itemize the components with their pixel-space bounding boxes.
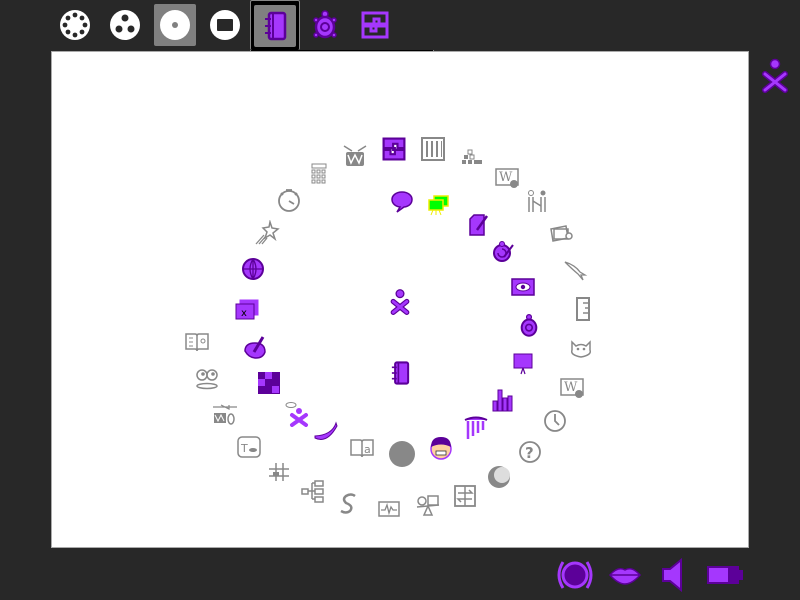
clock-icon[interactable] [541,407,569,435]
face-memorize-icon[interactable] [427,434,455,462]
measure-icon[interactable] [375,495,403,523]
xylophone-icon[interactable] [462,413,490,441]
volume-device-button[interactable] [656,556,690,594]
xo-chat-icon[interactable] [283,400,311,428]
journal-icon [265,11,287,40]
network-device-button[interactable] [555,556,595,594]
physics-icon[interactable] [414,492,442,520]
speaker-icon [662,558,682,592]
abacus-icon[interactable] [419,135,447,163]
turtle-icon [313,10,337,39]
calculate-icon[interactable] [305,161,333,189]
ruler-icon[interactable] [569,295,597,323]
maze-icon [361,11,389,39]
presentation-icon[interactable] [509,350,537,378]
dolphin-icon[interactable] [561,256,589,284]
typing-turtle-icon[interactable]: T [235,433,263,461]
social-calc-icon[interactable] [523,188,551,216]
view-source-icon[interactable] [509,273,537,301]
drum-icon[interactable] [341,142,369,170]
xo-buddy-icon [762,58,788,93]
group-view-button[interactable] [104,4,146,46]
blocks-icon[interactable] [457,145,485,173]
chat-icon[interactable] [388,188,416,216]
banana-icon[interactable] [312,419,340,447]
sudoku-grid-icon[interactable] [255,369,283,397]
record-icon[interactable] [388,440,416,468]
maze-activity-button[interactable] [354,4,396,46]
library-icon[interactable] [183,328,211,356]
neighborhood-icon [60,10,90,40]
activity-icon [210,10,240,40]
network-icon [557,561,593,589]
tamtam-edit-icon[interactable] [265,458,293,486]
implode-icon[interactable] [451,482,479,510]
turtle-art-activity-button[interactable] [304,4,346,46]
owner-xo-icon[interactable] [360,247,440,357]
pippy-icon[interactable] [335,490,363,518]
turtle-blocks-icon[interactable] [515,312,543,340]
svg-text:T: T [240,442,248,455]
finance-icon[interactable] [547,220,575,248]
home-view-button[interactable] [154,4,196,46]
speech-device-button[interactable] [606,556,644,594]
home-canvas: a x W W ? T [51,51,749,548]
labyrinth-icon[interactable] [299,477,327,505]
help-icon[interactable]: ? [516,438,544,466]
maze-icon[interactable] [380,135,408,163]
browse-icon[interactable] [239,255,267,283]
wikipedia-es-icon[interactable]: W [493,163,521,191]
scratch-cat-icon[interactable] [567,334,595,362]
turtle-art-icon[interactable] [489,238,517,266]
tamtam-jam-icon[interactable] [210,400,238,428]
speech-icon [608,568,642,585]
speak-icon[interactable] [193,365,221,393]
buddy-xo-button[interactable] [760,58,790,98]
measure-bars-icon[interactable] [489,386,517,414]
journal-icon[interactable] [386,359,414,387]
read-icon[interactable]: a [348,434,376,462]
home-icon [160,10,190,40]
svg-text:x: x [241,308,247,319]
write-icon[interactable] [464,211,492,239]
file-share-icon[interactable]: x [233,296,261,324]
group-icon [110,10,140,40]
star-chart-icon[interactable] [253,219,281,247]
battery-device-button[interactable] [705,556,745,594]
stopwatch-icon[interactable] [275,186,303,214]
top-frame [0,0,800,50]
svg-text:a: a [364,443,371,456]
battery-icon [707,566,743,584]
wikipedia-en-icon[interactable]: W [558,373,586,401]
svg-text:?: ? [525,444,534,462]
slideshow-icon[interactable] [425,192,453,220]
neighborhood-view-button[interactable] [54,4,96,46]
paint-icon[interactable] [241,334,269,362]
activity-view-button[interactable] [204,4,246,46]
moon-icon[interactable] [485,463,513,491]
journal-activity-button[interactable] [250,0,300,50]
